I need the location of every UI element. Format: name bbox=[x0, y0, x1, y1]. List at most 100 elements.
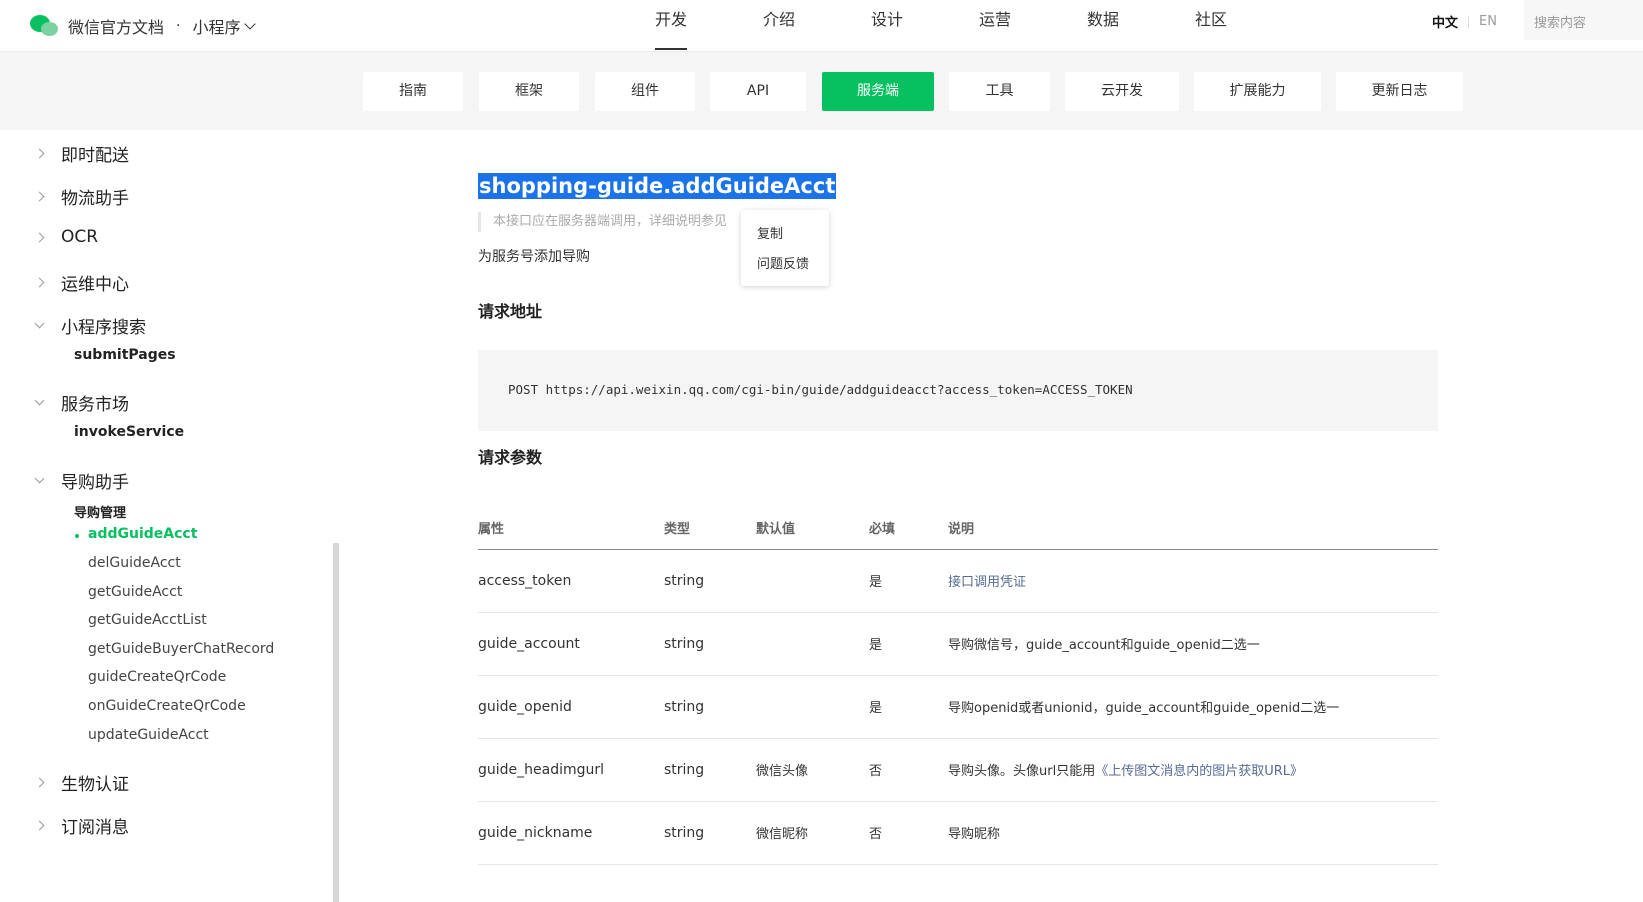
lang-en[interactable]: EN bbox=[1479, 14, 1497, 29]
sidebar-group-label: 运维中心 bbox=[61, 275, 129, 295]
cell-name: guide_headimgurl bbox=[478, 738, 664, 802]
col-header-default: 默认值 bbox=[756, 506, 869, 550]
col-header-desc: 说明 bbox=[948, 506, 1438, 550]
product-switcher-label: 小程序 bbox=[192, 18, 241, 37]
cell-required: 是 bbox=[869, 612, 948, 676]
table-row: guide_nickname string 微信昵称 否 导购昵称 bbox=[478, 801, 1438, 865]
sidebar-item-getguideacctlist[interactable]: getGuideAcctList bbox=[88, 612, 207, 628]
page-title: shopping-guide.addGuideAcct bbox=[478, 173, 837, 199]
sidebar-group-biometric[interactable]: 生物认证 bbox=[34, 770, 129, 795]
copy-menu-item[interactable]: 复制 bbox=[757, 223, 783, 242]
tab-guide[interactable]: 指南 bbox=[363, 72, 463, 111]
server-call-note: 本接口应在服务器端调用，详细说明参见 bbox=[478, 212, 727, 232]
tab-server[interactable]: 服务端 bbox=[822, 72, 934, 111]
tab-api[interactable]: API bbox=[710, 72, 806, 111]
code-block: POST https://api.weixin.qq.com/cgi-bin/g… bbox=[478, 350, 1438, 431]
cell-type: string bbox=[664, 612, 756, 676]
sidebar-item-delguideacct[interactable]: delGuideAcct bbox=[88, 555, 181, 571]
table-row: access_token string 是 接口调用凭证 bbox=[478, 549, 1438, 613]
cell-required: 否 bbox=[869, 738, 948, 802]
brand[interactable]: 微信官方文档 · 小程序 bbox=[30, 8, 257, 44]
nav-item-data[interactable]: 数据 bbox=[1087, 0, 1195, 52]
sidebar-group-label: 服务市场 bbox=[61, 395, 129, 415]
cell-desc: 导购头像。头像url只能用《上传图文消息内的图片获取URL》 bbox=[948, 738, 1438, 802]
cell-required: 是 bbox=[869, 675, 948, 739]
sidebar-group-label: 订阅消息 bbox=[61, 818, 129, 838]
cell-desc: 导购微信号，guide_account和guide_openid二选一 bbox=[948, 612, 1438, 676]
search-input[interactable]: 搜索内容 bbox=[1524, 0, 1643, 40]
sidebar-group-ops[interactable]: 运维中心 bbox=[34, 270, 129, 295]
sidebar-group-ocr[interactable]: OCR bbox=[34, 227, 98, 247]
cell-desc: 接口调用凭证 bbox=[948, 549, 1438, 613]
feedback-menu-item[interactable]: 问题反馈 bbox=[757, 253, 809, 272]
chevron-down-icon bbox=[34, 395, 45, 406]
cell-default bbox=[756, 549, 869, 613]
lang-divider bbox=[1468, 15, 1470, 28]
sidebar-group-subscribe[interactable]: 订阅消息 bbox=[34, 813, 129, 838]
tab-tools[interactable]: 工具 bbox=[949, 72, 1050, 111]
product-switcher[interactable]: 小程序 bbox=[192, 14, 257, 38]
upload-image-link[interactable]: 《上传图文消息内的图片获取URL》 bbox=[1095, 764, 1303, 779]
sidebar-group-shopping-guide[interactable]: 导购助手 bbox=[34, 468, 129, 493]
nav-item-design[interactable]: 设计 bbox=[871, 0, 979, 52]
request-url: POST https://api.weixin.qq.com/cgi-bin/g… bbox=[508, 382, 1133, 397]
sidebar-item-submitpages[interactable]: submitPages bbox=[74, 347, 176, 363]
tab-cloud[interactable]: 云开发 bbox=[1065, 72, 1179, 111]
sidebar-item-onguidecreateqrcode[interactable]: onGuideCreateQrCode bbox=[88, 698, 246, 714]
cell-name: guide_nickname bbox=[478, 801, 664, 865]
cell-name: guide_account bbox=[478, 612, 664, 676]
api-description: 为服务号添加导购 bbox=[478, 249, 590, 265]
cell-name: access_token bbox=[478, 549, 664, 613]
cell-type: string bbox=[664, 549, 756, 613]
cell-default: 微信昵称 bbox=[756, 801, 869, 865]
main-nav: 开发 介绍 设计 运营 数据 社区 bbox=[655, 0, 1303, 52]
chevron-right-icon bbox=[34, 277, 45, 288]
sidebar-item-invokeservice[interactable]: invokeService bbox=[74, 424, 184, 440]
brand-title[interactable]: 微信官方文档 bbox=[68, 14, 164, 38]
sidebar-group-service-market[interactable]: 服务市场 bbox=[34, 390, 129, 415]
sidebar-item-getguideacct[interactable]: getGuideAcct bbox=[88, 584, 182, 600]
chevron-right-icon bbox=[34, 148, 45, 159]
chevron-down-icon bbox=[244, 17, 257, 30]
active-dot-icon bbox=[75, 534, 79, 538]
sidebar-item-addguideacct[interactable]: addGuideAcct bbox=[88, 526, 197, 542]
cell-type: string bbox=[664, 801, 756, 865]
sidebar-group-delivery[interactable]: 即时配送 bbox=[34, 141, 129, 166]
cell-desc-text: 导购头像。头像url只能用 bbox=[948, 764, 1096, 779]
params-heading: 请求参数 bbox=[478, 448, 543, 467]
sidebar-group-label: 导购助手 bbox=[61, 473, 129, 493]
sidebar-item-getguidebuyerchatrecord[interactable]: getGuideBuyerChatRecord bbox=[88, 641, 274, 657]
wechat-logo-icon bbox=[30, 13, 60, 39]
table-row: guide_openid string 是 导购openid或者unionid，… bbox=[478, 675, 1438, 739]
access-token-link[interactable]: 接口调用凭证 bbox=[948, 575, 1026, 590]
sidebar-subheading[interactable]: 导购管理 bbox=[74, 502, 126, 521]
lang-zh[interactable]: 中文 bbox=[1432, 12, 1458, 31]
nav-item-intro[interactable]: 介绍 bbox=[763, 0, 871, 52]
sidebar-item-guidecreateqrcode[interactable]: guideCreateQrCode bbox=[88, 669, 226, 685]
tab-framework[interactable]: 框架 bbox=[479, 72, 579, 111]
sidebar-group-search[interactable]: 小程序搜索 bbox=[34, 313, 146, 338]
params-table: 属性 类型 默认值 必填 说明 access_token string 是 接口… bbox=[478, 506, 1438, 865]
chevron-right-icon bbox=[34, 191, 45, 202]
cell-required: 否 bbox=[869, 801, 948, 865]
cell-desc: 导购昵称 bbox=[948, 801, 1438, 865]
sidebar-item-updateguideacct[interactable]: updateGuideAcct bbox=[88, 727, 209, 743]
nav-item-operation[interactable]: 运营 bbox=[979, 0, 1087, 52]
sidebar-group-label: 物流助手 bbox=[61, 189, 129, 209]
brand-separator: · bbox=[176, 18, 181, 34]
nav-item-dev[interactable]: 开发 bbox=[655, 0, 763, 52]
tab-components[interactable]: 组件 bbox=[595, 72, 695, 111]
selection-context-menu: 复制 问题反馈 bbox=[741, 210, 829, 286]
nav-item-community[interactable]: 社区 bbox=[1195, 0, 1303, 52]
language-switcher: 中文 EN bbox=[1432, 12, 1497, 31]
table-header-row: 属性 类型 默认值 必填 说明 bbox=[478, 506, 1438, 550]
chevron-right-icon bbox=[34, 820, 45, 831]
cell-default bbox=[756, 612, 869, 676]
cell-default bbox=[756, 675, 869, 739]
sidebar-scrollbar[interactable] bbox=[333, 543, 339, 902]
tab-changelog[interactable]: 更新日志 bbox=[1336, 72, 1463, 111]
sidebar: 即时配送 物流助手 OCR 运维中心 小程序搜索 submitPages 服务市… bbox=[0, 130, 335, 902]
sidebar-group-logistics[interactable]: 物流助手 bbox=[34, 184, 129, 209]
tab-extensions[interactable]: 扩展能力 bbox=[1194, 72, 1321, 111]
table-row: guide_headimgurl string 微信头像 否 导购头像。头像ur… bbox=[478, 738, 1438, 802]
